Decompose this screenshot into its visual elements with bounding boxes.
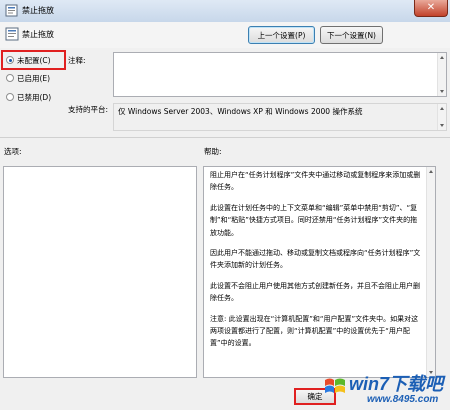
platform-label: 支持的平台: <box>68 105 109 114</box>
comment-label: 注释: <box>68 56 86 65</box>
options-pane <box>3 166 197 378</box>
scroll-up-icon[interactable] <box>440 107 444 110</box>
setting-icon <box>5 27 19 41</box>
title-bar <box>0 0 450 23</box>
watermark-text: win7下载吧 <box>349 374 444 394</box>
previous-setting-button[interactable]: 上一个设置(P) <box>248 26 315 44</box>
scroll-up-icon[interactable] <box>440 56 444 59</box>
platform-box: 仅 Windows Server 2003、Windows XP 和 Windo… <box>113 103 447 131</box>
comment-textbox[interactable] <box>113 52 447 97</box>
watermark-url: www.8495.com <box>367 394 439 405</box>
policy-name: 禁止拖放 <box>22 30 54 39</box>
watermark: win7下载吧 www.8495.com <box>323 368 448 408</box>
scroll-down-icon[interactable] <box>440 124 444 127</box>
help-paragraph: 因此用户不能通过拖动、移动或复制文档或程序向“任务计划程序”文件夹添加新的计划任… <box>210 249 421 270</box>
policy-icon <box>5 4 18 17</box>
help-scrollbar[interactable] <box>426 167 435 377</box>
scroll-down-icon[interactable] <box>440 90 444 93</box>
help-paragraph: 注意: 此设置出现在“计算机配置”和“用户配置”文件夹中。如果对这两项设置都进行… <box>210 314 419 348</box>
help-paragraph: 此设置不会阻止用户使用其他方式创建新任务，并且不会阻止用户删除任务。 <box>210 281 420 303</box>
radio-button[interactable] <box>6 74 14 82</box>
help-text: 阻止用户在“任务计划程序”文件夹中通过移动或复制程序来添加或删除任务。 此设置在… <box>210 169 422 358</box>
help-pane: 阻止用户在“任务计划程序”文件夹中通过移动或复制程序来添加或删除任务。 此设置在… <box>203 166 436 378</box>
windows-logo-icon <box>325 378 345 393</box>
help-paragraph: 此设置在计划任务中的上下文菜单和“编辑”菜单中禁用“剪切”、“复制”和“粘贴”快… <box>210 203 418 237</box>
help-paragraph: 阻止用户在“任务计划程序”文件夹中通过移动或复制程序来添加或删除任务。 <box>210 171 421 192</box>
radio-label: 未配置(C) <box>17 56 51 65</box>
scroll-up-icon[interactable] <box>429 170 433 173</box>
comment-scrollbar[interactable] <box>437 53 446 96</box>
help-label: 帮助: <box>204 147 222 156</box>
radio-button[interactable] <box>6 56 14 64</box>
platform-value: 仅 Windows Server 2003、Windows XP 和 Windo… <box>118 107 363 116</box>
window-title: 禁止拖放 <box>22 6 54 15</box>
radio-label: 已禁用(D) <box>17 93 52 102</box>
platform-scrollbar[interactable] <box>437 104 446 130</box>
divider <box>0 137 450 138</box>
next-setting-button[interactable]: 下一个设置(N) <box>320 26 383 44</box>
radio-label: 已启用(E) <box>17 74 51 83</box>
close-button[interactable]: ✕ <box>414 0 448 17</box>
options-label: 选项: <box>4 147 22 156</box>
radio-button[interactable] <box>6 93 14 101</box>
